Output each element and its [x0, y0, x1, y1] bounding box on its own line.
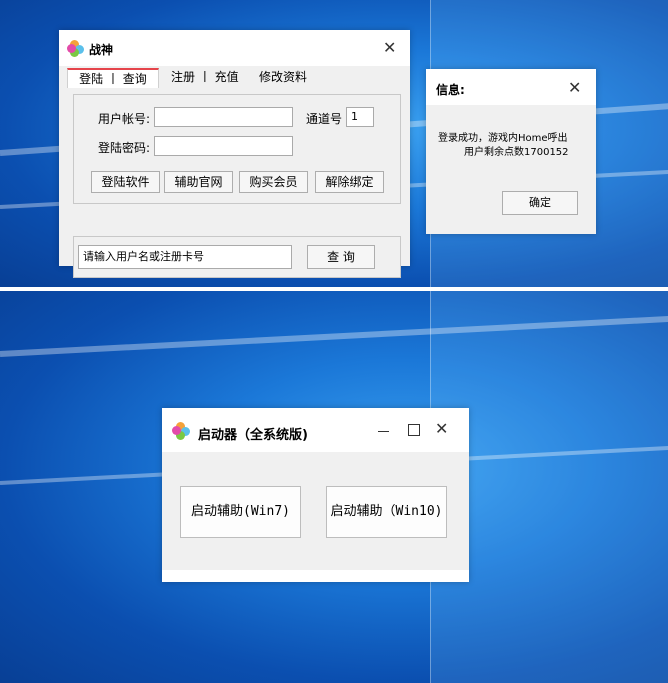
- ok-button[interactable]: 确定: [502, 191, 578, 215]
- info-dialog: 信息: ✕ 登录成功，游戏内Home呼出 用户剩余点数1700152 确定: [426, 69, 596, 234]
- clover-app-icon: [172, 422, 190, 440]
- login-button[interactable]: 登陆软件: [91, 171, 160, 193]
- password-input[interactable]: [154, 136, 293, 156]
- dialog-title: 信息:: [436, 83, 465, 97]
- channel-label: 通道号: [306, 112, 343, 126]
- official-site-button[interactable]: 辅助官网: [164, 171, 233, 193]
- message-line-1: 登录成功，游戏内Home呼出: [438, 133, 568, 144]
- tab-area: 登陆 丨 查询 注册 丨 充值 修改资料 用户帐号: 通道号 1 登陆密码: 登…: [59, 66, 410, 278]
- close-icon[interactable]: ✕: [568, 78, 581, 97]
- account-label: 用户帐号:: [98, 112, 151, 126]
- query-input[interactable]: 请输入用户名或注册卡号: [78, 245, 292, 269]
- login-window: 战神 ✕ 登陆 丨 查询 注册 丨 充值 修改资料 用户帐号: 通道号 1 登陆…: [59, 30, 410, 278]
- close-icon[interactable]: ✕: [435, 419, 448, 438]
- query-group: 请输入用户名或注册卡号 查 询: [73, 236, 401, 278]
- dialog-body: 登录成功，游戏内Home呼出 用户剩余点数1700152 确定: [426, 105, 596, 234]
- unbind-button[interactable]: 解除绑定: [315, 171, 384, 193]
- launch-win10-button[interactable]: 启动辅助（Win10): [326, 486, 447, 538]
- password-label: 登陆密码:: [98, 141, 151, 155]
- tab-edit-profile[interactable]: 修改资料: [259, 68, 307, 86]
- channel-input[interactable]: 1: [346, 107, 374, 127]
- window-title: 战神: [89, 43, 114, 57]
- launcher-window: 启动器（全系统版) ✕ 启动辅助(Win7) 启动辅助（Win10): [162, 408, 469, 582]
- account-input[interactable]: [154, 107, 293, 127]
- message-line-2: 用户剩余点数1700152: [464, 147, 569, 158]
- clover-app-icon: [67, 40, 84, 57]
- tab-register-recharge[interactable]: 注册 丨 充值: [171, 68, 239, 86]
- tab-login-query[interactable]: 登陆 丨 查询: [67, 68, 159, 88]
- launch-win7-button[interactable]: 启动辅助(Win7): [180, 486, 301, 538]
- launcher-body: 启动辅助(Win7) 启动辅助（Win10): [162, 452, 469, 570]
- buy-membership-button[interactable]: 购买会员: [239, 171, 308, 193]
- close-icon[interactable]: ✕: [383, 38, 396, 57]
- minimize-icon[interactable]: [378, 431, 389, 432]
- login-group: 用户帐号: 通道号 1 登陆密码: 登陆软件 辅助官网 购买会员 解除绑定: [73, 94, 401, 204]
- query-button[interactable]: 查 询: [307, 245, 375, 269]
- window-title: 启动器（全系统版): [198, 428, 308, 443]
- maximize-icon[interactable]: [408, 424, 420, 436]
